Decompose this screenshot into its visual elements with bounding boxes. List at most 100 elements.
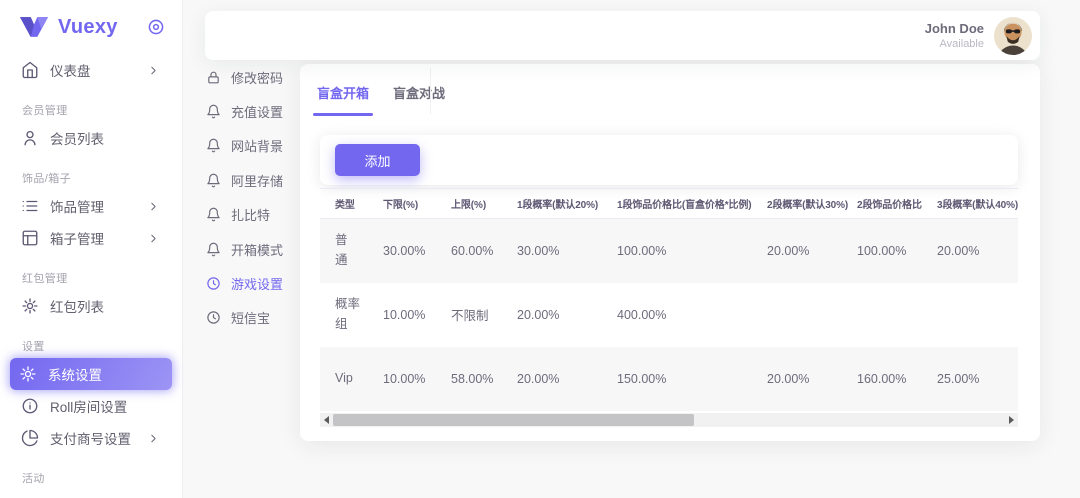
cell-value: 100.00% <box>609 219 759 283</box>
cell-value: 160.00% <box>849 347 929 411</box>
app-window: Vuexy 仪表盘 会员管理 <box>0 0 1080 498</box>
sidebar-item-label: Roll房间设置 <box>50 396 127 416</box>
column-header-seg2-price-ratio: 2段饰品价格比 <box>849 189 929 219</box>
column-header-upper-limit: 上限(%) <box>443 189 509 219</box>
cell-value <box>759 283 849 347</box>
pie-chart-icon <box>21 429 39 447</box>
sidebar-item-box-management[interactable]: 箱子管理 <box>12 222 170 254</box>
tab-blindbox-unbox[interactable]: 盲盒开箱 <box>313 68 373 116</box>
content-card: 盲盒开箱 盲盒对战 添加 类型 下限(%) 上限(%) 1段概率(默认20%) <box>300 64 1040 441</box>
cell-value: 10.00% <box>375 283 443 347</box>
list-icon <box>21 197 39 215</box>
brand-name: Vuexy <box>58 16 146 39</box>
cell-value: 400.00% <box>609 283 759 347</box>
scroll-right-arrow-icon[interactable] <box>1005 413 1018 427</box>
submenu-item-ali-storage[interactable]: 阿里存储 <box>206 163 301 197</box>
clock-icon <box>206 276 222 292</box>
tab-blindbox-battle[interactable]: 盲盒对战 <box>389 68 449 116</box>
cell-value: 20.00% <box>759 347 849 411</box>
cell-value <box>849 283 929 347</box>
sidebar-item-item-management[interactable]: 饰品管理 <box>12 190 170 222</box>
submenu-item-site-background[interactable]: 网站背景 <box>206 129 301 163</box>
cell-type: Vip <box>320 347 375 411</box>
vuexy-logo-icon <box>20 17 48 37</box>
probability-table-wrap: 类型 下限(%) 上限(%) 1段概率(默认20%) 1段饰品价格比(盲盒价格*… <box>320 188 1018 411</box>
sidebar-item-label: 系统设置 <box>48 364 102 384</box>
sidebar-section-activity: 活动 <box>22 468 182 490</box>
sidebar-section-redpacket: 红包管理 <box>22 268 182 290</box>
table-row: Vip 10.00% 58.00% 20.00% 150.00% 20.00% … <box>320 347 1018 411</box>
submenu-item-sms-treasure[interactable]: 短信宝 <box>206 301 301 335</box>
cell-type: 概率 组 <box>320 283 375 347</box>
bell-icon <box>206 241 222 257</box>
submenu-item-label: 游戏设置 <box>231 274 283 293</box>
avatar[interactable] <box>994 17 1032 55</box>
sidebar-item-label: 会员列表 <box>50 128 104 148</box>
submenu-item-recharge-settings[interactable]: 充值设置 <box>206 94 301 128</box>
cell-type: 普 通 <box>320 219 375 283</box>
table-header-row: 类型 下限(%) 上限(%) 1段概率(默认20%) 1段饰品价格比(盲盒价格*… <box>320 189 1018 219</box>
scroll-left-arrow-icon[interactable] <box>320 413 333 427</box>
column-header-seg2-probability: 2段概率(默认30%) <box>759 189 849 219</box>
brand-header: Vuexy <box>0 0 182 54</box>
submenu-item-unbox-mode[interactable]: 开箱模式 <box>206 232 301 266</box>
gear-icon <box>19 365 37 383</box>
tab-bar-divider <box>430 68 431 114</box>
sidebar-item-system-settings[interactable]: 系统设置 <box>10 358 172 390</box>
submenu-item-label: 开箱模式 <box>231 240 283 259</box>
submenu-item-label: 修改密码 <box>231 68 283 87</box>
bell-icon <box>206 172 222 188</box>
clock-icon <box>206 310 222 326</box>
chevron-right-icon <box>147 431 161 445</box>
submenu-item-zhabite[interactable]: 扎比特 <box>206 198 301 232</box>
sidebar-item-label: 支付商号设置 <box>50 428 131 448</box>
home-icon <box>21 61 39 79</box>
settings-submenu: 修改密码 充值设置 网站背景 阿里存储 扎比特 <box>206 60 301 335</box>
cell-value: 30.00% <box>375 219 443 283</box>
horizontal-scrollbar[interactable] <box>320 413 1018 427</box>
submenu-item-change-password[interactable]: 修改密码 <box>206 60 301 94</box>
table-row: 普 通 30.00% 60.00% 30.00% 100.00% 20.00% … <box>320 219 1018 283</box>
cell-value <box>929 283 1018 347</box>
sidebar: Vuexy 仪表盘 会员管理 <box>0 0 183 498</box>
submenu-item-label: 充值设置 <box>231 102 283 121</box>
user-info: John Doe Available <box>925 21 984 50</box>
tab-bar: 盲盒开箱 盲盒对战 <box>313 68 465 116</box>
sidebar-item-payment-merchant-settings[interactable]: 支付商号设置 <box>12 422 170 454</box>
submenu-item-game-settings[interactable]: 游戏设置 <box>206 266 301 300</box>
submenu-item-label: 网站背景 <box>231 136 283 155</box>
sidebar-section-items-boxes: 饰品/箱子 <box>22 168 182 190</box>
cell-value: 100.00% <box>849 219 929 283</box>
cell-value: 20.00% <box>509 283 609 347</box>
info-icon <box>21 397 39 415</box>
sidebar-item-roll-room-settings[interactable]: Roll房间设置 <box>12 390 170 422</box>
scrollbar-thumb[interactable] <box>333 414 694 426</box>
sidebar-item-member-list[interactable]: 会员列表 <box>12 122 170 154</box>
table-toolbar: 添加 <box>320 135 1018 185</box>
submenu-item-label: 阿里存储 <box>231 171 283 190</box>
column-header-seg1-price-ratio: 1段饰品价格比(盲盒价格*比例) <box>609 189 759 219</box>
submenu-item-label: 扎比特 <box>231 205 270 224</box>
user-icon <box>21 129 39 147</box>
sidebar-item-label: 红包列表 <box>50 296 104 316</box>
cell-value: 150.00% <box>609 347 759 411</box>
cell-value: 20.00% <box>759 219 849 283</box>
topbar: John Doe Available <box>205 11 1040 60</box>
chevron-right-icon <box>147 199 161 213</box>
sidebar-item-redpacket-list[interactable]: 红包列表 <box>12 290 170 322</box>
column-header-type: 类型 <box>320 189 375 219</box>
probability-table: 类型 下限(%) 上限(%) 1段概率(默认20%) 1段饰品价格比(盲盒价格*… <box>320 188 1018 411</box>
cell-value: 20.00% <box>929 219 1018 283</box>
bell-icon <box>206 207 222 223</box>
cell-value: 60.00% <box>443 219 509 283</box>
cell-value: 20.00% <box>509 347 609 411</box>
sidebar-item-dashboard[interactable]: 仪表盘 <box>12 54 170 86</box>
add-button[interactable]: 添加 <box>335 144 420 176</box>
cell-value: 不限制 <box>443 283 509 347</box>
sidebar-nav: 仪表盘 会员管理 会员列表 饰品/箱子 饰品管理 <box>0 54 182 490</box>
sidebar-pin-icon[interactable] <box>146 17 166 37</box>
chevron-right-icon <box>147 63 161 77</box>
scrollbar-track[interactable] <box>333 413 1005 427</box>
column-header-seg1-probability: 1段概率(默认20%) <box>509 189 609 219</box>
sidebar-section-settings: 设置 <box>22 336 182 358</box>
